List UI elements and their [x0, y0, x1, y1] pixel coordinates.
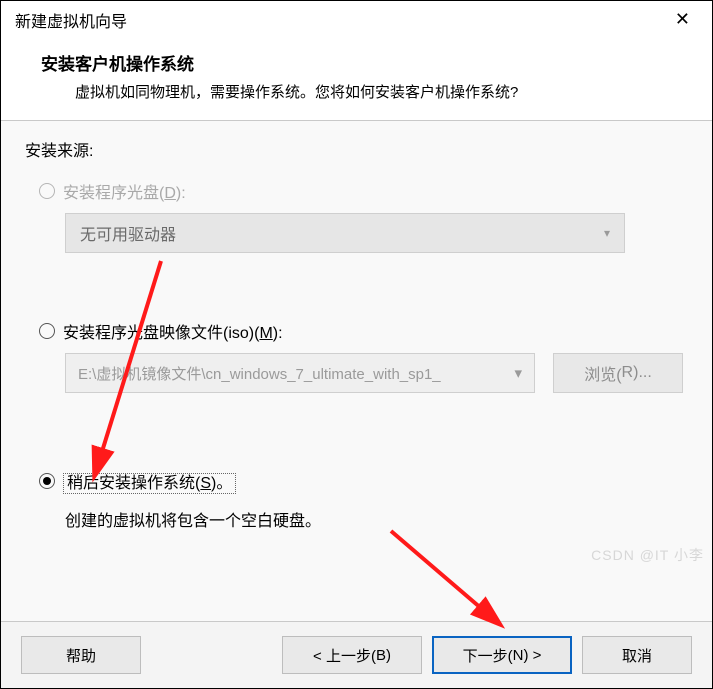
option-later: 稍后安装操作系统(S)。 创建的虚拟机将包含一个空白硬盘。	[25, 469, 688, 531]
watermark: CSDN @IT 小李	[591, 545, 704, 565]
wizard-footer: 帮助 < 上一步(B) 下一步(N) > 取消	[1, 621, 712, 688]
close-icon[interactable]: ✕	[665, 7, 700, 32]
header-heading: 安装客户机操作系统	[41, 50, 672, 75]
radio-iso-label: 安装程序光盘映像文件(iso)(M):	[63, 319, 283, 343]
radio-disc-label: 安装程序光盘(D):	[63, 179, 186, 203]
radio-later-row[interactable]: 稍后安装操作系统(S)。	[39, 469, 688, 493]
window-title: 新建虚拟机向导	[15, 8, 127, 32]
header-subheading: 虚拟机如同物理机，需要操作系统。您将如何安装客户机操作系统?	[41, 81, 672, 102]
iso-row: E:\虚拟机镜像文件\cn_windows_7_ultimate_with_sp…	[65, 353, 688, 393]
iso-path-text: E:\虚拟机镜像文件\cn_windows_7_ultimate_with_sp…	[78, 363, 441, 384]
chevron-down-icon: ▾	[514, 364, 522, 382]
later-hint: 创建的虚拟机将包含一个空白硬盘。	[65, 507, 688, 531]
disc-dropdown-text: 无可用驱动器	[80, 221, 176, 245]
radio-disc	[39, 183, 55, 199]
radio-iso-row[interactable]: 安装程序光盘映像文件(iso)(M):	[39, 319, 688, 343]
titlebar: 新建虚拟机向导 ✕	[1, 1, 712, 38]
wizard-window: 新建虚拟机向导 ✕ 安装客户机操作系统 虚拟机如同物理机，需要操作系统。您将如何…	[0, 0, 713, 689]
source-label: 安装来源:	[25, 137, 688, 161]
browse-button: 浏览(R)...	[553, 353, 683, 393]
option-disc: 安装程序光盘(D): 无可用驱动器 ▾	[25, 179, 688, 253]
iso-path-input: E:\虚拟机镜像文件\cn_windows_7_ultimate_with_sp…	[65, 353, 535, 393]
option-iso: 安装程序光盘映像文件(iso)(M): E:\虚拟机镜像文件\cn_window…	[25, 319, 688, 393]
wizard-header: 安装客户机操作系统 虚拟机如同物理机，需要操作系统。您将如何安装客户机操作系统?	[1, 38, 712, 120]
radio-later[interactable]	[39, 473, 55, 489]
radio-disc-row: 安装程序光盘(D):	[39, 179, 688, 203]
radio-iso[interactable]	[39, 323, 55, 339]
disc-dropdown: 无可用驱动器 ▾	[65, 213, 625, 253]
radio-later-label: 稍后安装操作系统(S)。	[63, 469, 236, 493]
help-button[interactable]: 帮助	[21, 636, 141, 674]
wizard-body: 安装来源: 安装程序光盘(D): 无可用驱动器 ▾ 安装程序光盘映像文件(iso…	[1, 121, 712, 621]
cancel-button[interactable]: 取消	[582, 636, 692, 674]
next-button[interactable]: 下一步(N) >	[432, 636, 572, 674]
back-button[interactable]: < 上一步(B)	[282, 636, 422, 674]
chevron-down-icon: ▾	[604, 226, 610, 240]
